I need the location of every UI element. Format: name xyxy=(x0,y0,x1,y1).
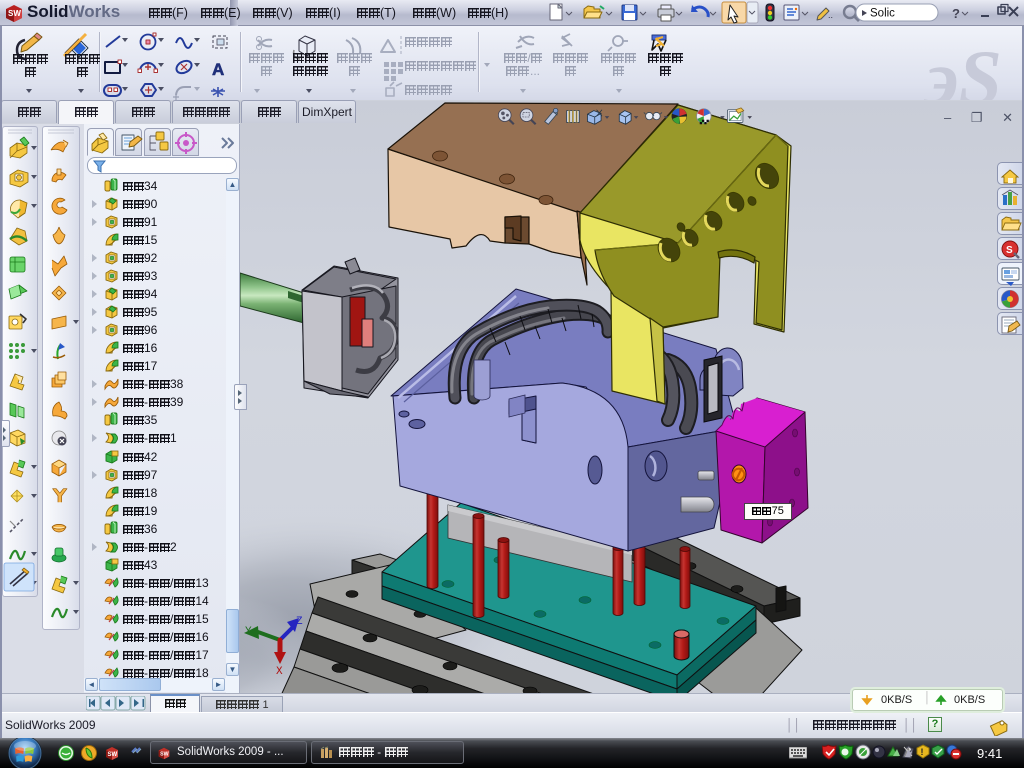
svg-text:SW: SW xyxy=(160,752,169,758)
svg-text:..: .. xyxy=(828,10,833,20)
svg-text:S: S xyxy=(1006,245,1013,256)
svg-text:X: X xyxy=(276,666,283,678)
svg-text:Y: Y xyxy=(245,626,252,638)
svg-text:!: ! xyxy=(921,747,924,757)
svg-text:SW: SW xyxy=(108,752,118,758)
svg-text:Z: Z xyxy=(296,616,303,628)
svg-text:Solic: Solic xyxy=(870,8,895,20)
svg-text:?: ? xyxy=(952,6,960,21)
